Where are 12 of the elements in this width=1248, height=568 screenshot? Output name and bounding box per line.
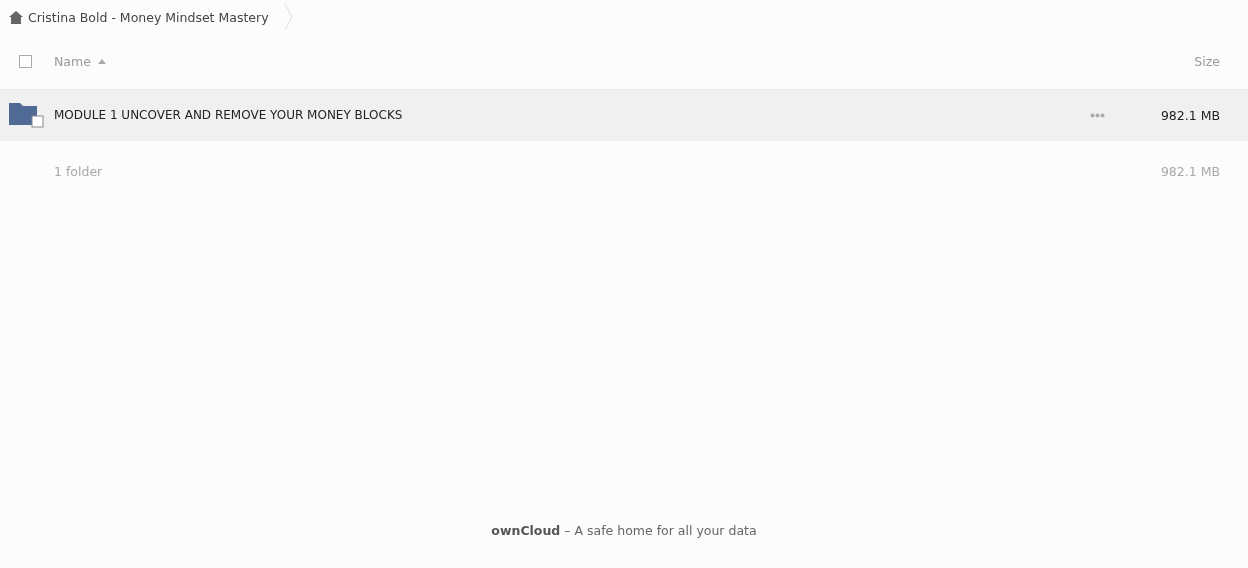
home-icon[interactable] (9, 10, 23, 24)
footer-text: ownCloud – A safe home for all your data (490, 523, 758, 538)
select-all-checkbox[interactable] (19, 55, 32, 68)
folder-count: 1 folder (54, 163, 103, 179)
folder-icon (9, 101, 45, 129)
total-size: 982.1 MB (1160, 163, 1220, 179)
folder-name[interactable]: MODULE 1 UNCOVER AND REMOVE YOUR MONEY BLOCKS (54, 108, 403, 122)
file-row[interactable]: MODULE 1 UNCOVER AND REMOVE YOUR MONEY BLOCKS 982.1 MB (0, 90, 1248, 141)
more-actions-icon[interactable] (1089, 112, 1105, 118)
breadcrumb-separator-icon (283, 3, 293, 31)
breadcrumb-item[interactable]: Cristina Bold - Money Mindset Mastery (28, 9, 269, 25)
folder-size: 982.1 MB (1160, 107, 1220, 123)
